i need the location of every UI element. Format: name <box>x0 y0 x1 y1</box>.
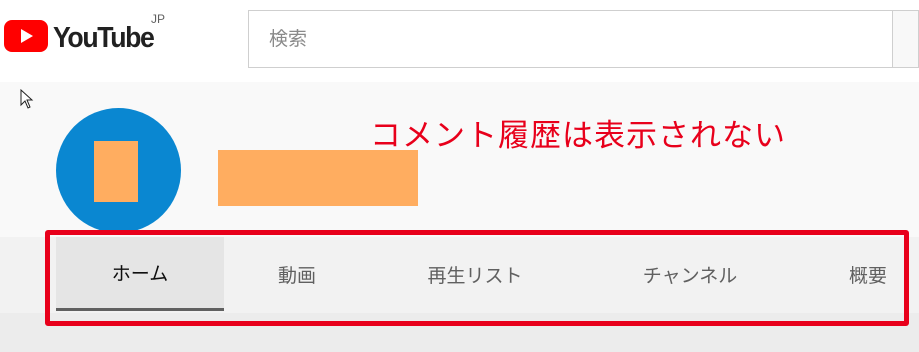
search-input[interactable] <box>249 27 892 51</box>
region-code: JP <box>151 12 166 26</box>
channel-name-redaction <box>218 150 418 206</box>
search-button[interactable] <box>892 10 919 68</box>
annotation-highlight-box <box>45 230 909 326</box>
youtube-play-icon <box>4 20 48 52</box>
mouse-pointer-icon <box>20 89 34 109</box>
search-box[interactable] <box>248 10 892 68</box>
youtube-logo[interactable]: YouTube <box>4 20 162 55</box>
channel-avatar[interactable] <box>56 108 181 233</box>
masthead: YouTube JP <box>0 0 919 82</box>
avatar-redaction <box>94 141 138 202</box>
logo-wordmark: YouTube <box>53 22 155 54</box>
annotation-text: コメント履歴は表示されない <box>370 118 786 154</box>
channel-header: コメント履歴は表示されない ホーム 動画 再生リスト チャンネル 概要 <box>0 82 919 352</box>
